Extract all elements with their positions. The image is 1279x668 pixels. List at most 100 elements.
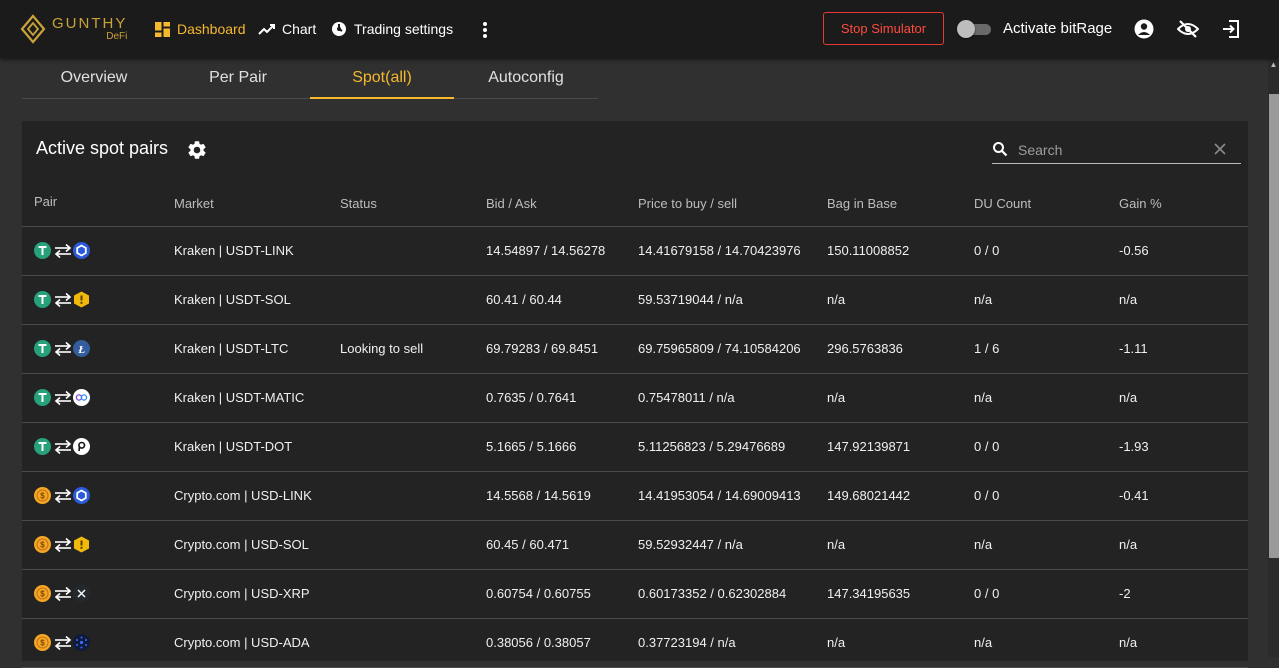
- tab-autoconfig[interactable]: Autoconfig: [454, 58, 598, 98]
- column-header-price[interactable]: Price to buy / sell: [626, 182, 815, 227]
- logout-icon[interactable]: [1220, 18, 1242, 40]
- top-app-bar: GUNTHY DeFi Dashboard Chart Trading sett…: [0, 0, 1279, 58]
- trending-up-icon: [258, 20, 276, 38]
- visibility-off-icon[interactable]: [1177, 18, 1199, 40]
- market-cell: Kraken | USDT-LINK: [162, 226, 328, 276]
- column-header-bag[interactable]: Bag in Base: [815, 182, 962, 227]
- bid-ask-cell: 0.60754 / 0.60755: [474, 569, 626, 619]
- table-row[interactable]: Kraken | USDT-SOL 60.41 / 60.44 59.5371904…: [22, 275, 1248, 325]
- bid-ask-cell: 5.1665 / 5.1666: [474, 422, 626, 472]
- price-cell: 0.37723194 / n/a: [626, 618, 815, 668]
- usdt-coin-icon: [34, 340, 51, 357]
- nav-trading-settings[interactable]: Trading settings: [330, 19, 453, 39]
- sol-coin-icon: [73, 536, 90, 553]
- gain-cell: n/a: [1107, 520, 1248, 570]
- price-cell: 0.75478011 / n/a: [626, 373, 815, 423]
- search-field: [992, 136, 1241, 164]
- table-row[interactable]: $ Crypto.com | USD-SOL 60.45 / 60.471 59.52…: [22, 520, 1248, 570]
- usd-coin-icon: $: [34, 487, 51, 504]
- search-icon: [992, 141, 1010, 159]
- stop-simulator-button[interactable]: Stop Simulator: [823, 12, 944, 45]
- logo-subtitle: DeFi: [106, 31, 128, 42]
- bid-ask-cell: 0.38056 / 0.38057: [474, 618, 626, 668]
- svg-text:$: $: [40, 541, 45, 550]
- column-header-gain[interactable]: Gain %: [1107, 182, 1248, 227]
- swap-arrows-icon: [53, 635, 73, 651]
- gain-cell: n/a: [1107, 373, 1248, 423]
- more-menu-icon[interactable]: [475, 19, 495, 41]
- market-cell: Crypto.com | USD-SOL: [162, 520, 328, 570]
- price-cell: 69.75965809 / 74.10584206: [626, 324, 815, 374]
- du-count-cell: 0 / 0: [962, 471, 1107, 521]
- market-cell: Crypto.com | USD-ADA: [162, 618, 328, 668]
- gunthy-logo-icon: [20, 14, 46, 44]
- spot-pairs-table: Pair Market Status Bid / Ask Price to bu…: [22, 182, 1248, 668]
- pair-cell: [22, 226, 162, 276]
- nav-chart-label: Chart: [282, 21, 317, 37]
- tab-per-pair[interactable]: Per Pair: [166, 58, 310, 98]
- scroll-up-arrow-icon[interactable]: ▲: [1268, 60, 1279, 72]
- usd-coin-icon: $: [34, 634, 51, 651]
- bag-cell: n/a: [815, 520, 962, 570]
- column-header-status[interactable]: Status: [328, 182, 474, 227]
- price-cell: 59.53719044 / n/a: [626, 275, 815, 325]
- activate-bitrage-toggle[interactable]: [957, 20, 993, 38]
- nav-dashboard[interactable]: Dashboard: [153, 19, 246, 39]
- table-row[interactable]: Kraken | USDT-DOT 5.1665 / 5.1666 5.112568…: [22, 422, 1248, 472]
- table-row[interactable]: $ Crypto.com | USD-XRP 0.60754 / 0.60755 0.…: [22, 569, 1248, 619]
- ada-coin-icon: [73, 634, 90, 651]
- bid-ask-cell: 60.41 / 60.44: [474, 275, 626, 325]
- column-header-bid-ask[interactable]: Bid / Ask: [474, 182, 626, 227]
- gunthy-logo[interactable]: GUNTHY DeFi: [20, 14, 127, 44]
- gain-cell: -2: [1107, 569, 1248, 619]
- du-count-cell: 1 / 6: [962, 324, 1107, 374]
- link-coin-icon: [73, 242, 90, 259]
- pair-cell: [22, 422, 162, 472]
- account-icon[interactable]: [1133, 18, 1155, 40]
- scrollbar-thumb[interactable]: [1269, 94, 1279, 558]
- pair-cell: $: [22, 569, 162, 619]
- market-cell: Kraken | USDT-SOL: [162, 275, 328, 325]
- table-row[interactable]: $ Crypto.com | USD-LINK 14.5568 / 14.5619 1…: [22, 471, 1248, 521]
- usdt-coin-icon: [34, 389, 51, 406]
- usd-coin-icon: $: [34, 585, 51, 602]
- price-cell: 14.41679158 / 14.70423976: [626, 226, 815, 276]
- table-row[interactable]: Ł Kraken | USDT-LTC Looking to sell 69.7928…: [22, 324, 1248, 374]
- du-count-cell: 0 / 0: [962, 226, 1107, 276]
- gain-cell: -1.11: [1107, 324, 1248, 374]
- du-count-cell: 0 / 0: [962, 569, 1107, 619]
- clear-search-icon[interactable]: [1213, 142, 1229, 158]
- market-cell: Kraken | USDT-DOT: [162, 422, 328, 472]
- table-row[interactable]: Kraken | USDT-MATIC 0.7635 / 0.7641 0.7547…: [22, 373, 1248, 423]
- dot-coin-icon: [73, 438, 90, 455]
- column-header-market[interactable]: Market: [162, 182, 328, 227]
- table-row[interactable]: $ Crypto.com | USD-ADA 0.38056 / 0.38057 0.…: [22, 618, 1248, 668]
- svg-text:Ł: Ł: [77, 344, 85, 356]
- search-input[interactable]: [1018, 139, 1208, 161]
- gain-cell: -0.56: [1107, 226, 1248, 276]
- tab-spot-all[interactable]: Spot(all): [310, 58, 454, 99]
- svg-text:$: $: [40, 492, 45, 501]
- pair-cell: $: [22, 471, 162, 521]
- tab-overview[interactable]: Overview: [22, 58, 166, 98]
- bag-cell: 147.34195635: [815, 569, 962, 619]
- table-header-row: Pair Market Status Bid / Ask Price to bu…: [22, 182, 1248, 227]
- column-header-du-count[interactable]: DU Count: [962, 182, 1107, 227]
- usdt-coin-icon: [34, 438, 51, 455]
- nav-trading-settings-label: Trading settings: [354, 21, 454, 37]
- activate-bitrage-label: Activate bitRage: [1003, 20, 1113, 37]
- table-row[interactable]: Kraken | USDT-LINK 14.54897 / 14.56278 14.…: [22, 226, 1248, 276]
- bag-cell: n/a: [815, 275, 962, 325]
- gain-cell: n/a: [1107, 618, 1248, 668]
- bag-cell: 149.68021442: [815, 471, 962, 521]
- view-tabs: Overview Per Pair Spot(all) Autoconfig: [22, 58, 598, 99]
- price-cell: 14.41953054 / 14.69009413: [626, 471, 815, 521]
- swap-arrows-icon: [53, 243, 73, 259]
- bid-ask-cell: 69.79283 / 69.8451: [474, 324, 626, 374]
- du-count-cell: n/a: [962, 275, 1107, 325]
- gear-icon[interactable]: [186, 139, 208, 161]
- nav-chart[interactable]: Chart: [258, 19, 316, 39]
- swap-arrows-icon: [53, 390, 73, 406]
- swap-arrows-icon: [53, 537, 73, 553]
- column-header-pair[interactable]: Pair: [22, 182, 162, 227]
